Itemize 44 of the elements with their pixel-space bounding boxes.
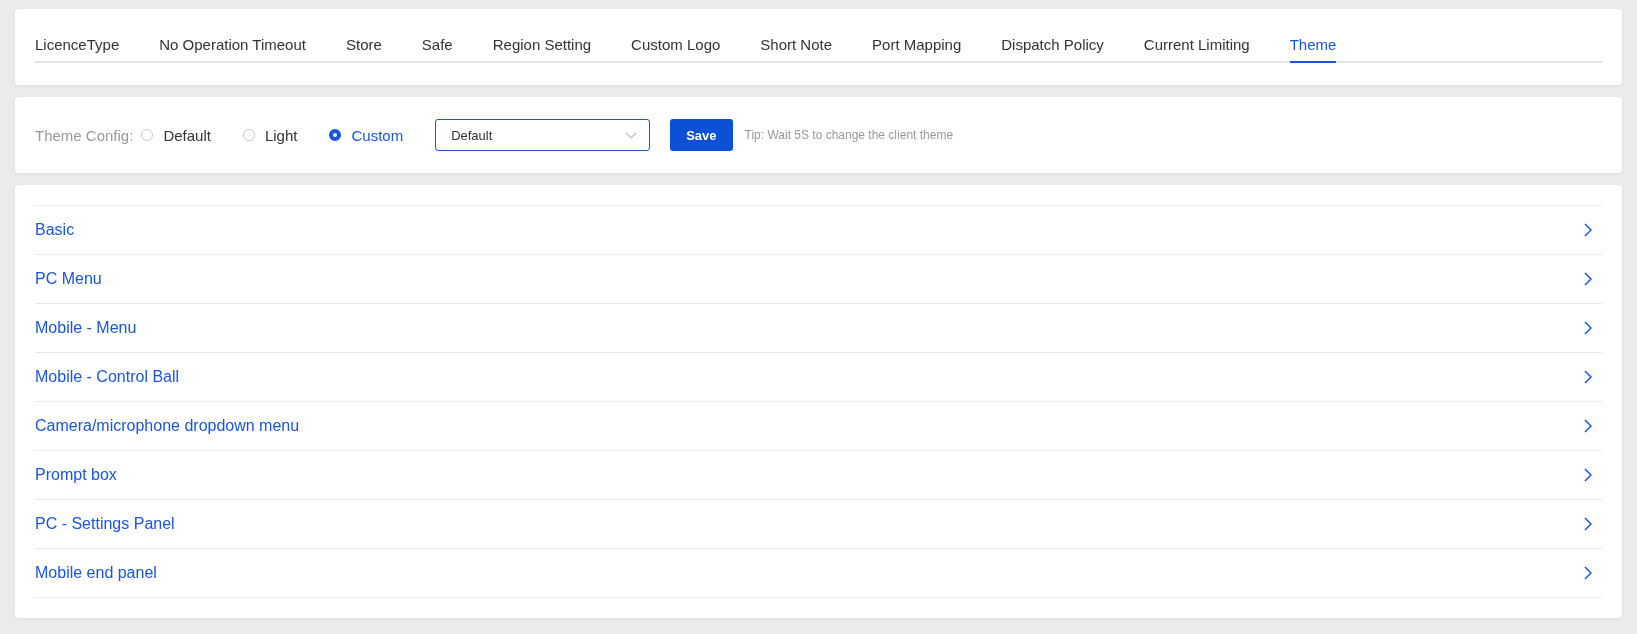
section-row[interactable]: Mobile - Menu — [35, 303, 1602, 352]
chevron-right-icon — [1584, 419, 1592, 433]
section-title: PC Menu — [35, 270, 102, 288]
section-title: Mobile - Control Ball — [35, 368, 180, 386]
section-row[interactable]: Prompt box — [35, 450, 1602, 499]
chevron-right-icon — [1584, 321, 1592, 335]
section-row[interactable]: Mobile end panel — [35, 548, 1602, 598]
chevron-right-icon — [1584, 223, 1592, 237]
section-title: Camera/microphone dropdown menu — [35, 417, 300, 435]
section-row[interactable]: Mobile - Control Ball — [35, 352, 1602, 401]
tab[interactable]: Dispatch Policy — [1001, 36, 1104, 63]
tip-text: Tip: Wait 5S to change the client theme — [744, 128, 954, 142]
radio-icon[interactable] — [329, 129, 342, 141]
theme-select[interactable]: Default — [435, 119, 651, 151]
radio-option[interactable]: Default — [141, 126, 211, 144]
chevron-right-icon — [1584, 566, 1592, 580]
radio-option[interactable]: Custom — [329, 126, 404, 144]
section-title: PC - Settings Panel — [35, 515, 175, 533]
section-title: Prompt box — [35, 466, 117, 484]
tab[interactable]: Region Setting — [492, 36, 592, 63]
section-title: Mobile - Menu — [35, 319, 137, 337]
chevron-right-icon — [1584, 272, 1592, 286]
theme-config-label: Theme Config: — [35, 126, 134, 144]
section-row[interactable]: Basic — [35, 205, 1602, 254]
save-button[interactable]: Save — [670, 119, 733, 151]
tab[interactable]: No Operation Timeout — [159, 36, 306, 63]
chevron-right-icon — [1584, 468, 1592, 482]
section-row[interactable]: Camera/microphone dropdown menu — [35, 401, 1602, 450]
chevron-right-icon — [1584, 517, 1592, 531]
tab[interactable]: Store — [346, 36, 382, 63]
tab[interactable]: Short Note — [760, 36, 833, 63]
tab[interactable]: Current Limiting — [1143, 36, 1250, 63]
section-row[interactable]: PC - Settings Panel — [35, 499, 1602, 548]
tab[interactable]: Port Mapping — [872, 36, 962, 63]
radio-option[interactable]: Light — [242, 126, 298, 144]
chevron-down-icon — [625, 131, 638, 139]
tab[interactable]: Safe — [421, 36, 453, 63]
tab[interactable]: Custom Logo — [631, 36, 721, 63]
tab[interactable]: LicenceType — [35, 36, 120, 63]
section-row[interactable]: PC Menu — [35, 254, 1602, 303]
tab[interactable]: Theme — [1289, 36, 1337, 63]
chevron-right-icon — [1584, 370, 1592, 384]
section-title: Basic — [35, 221, 75, 239]
section-title: Mobile end panel — [35, 564, 157, 582]
